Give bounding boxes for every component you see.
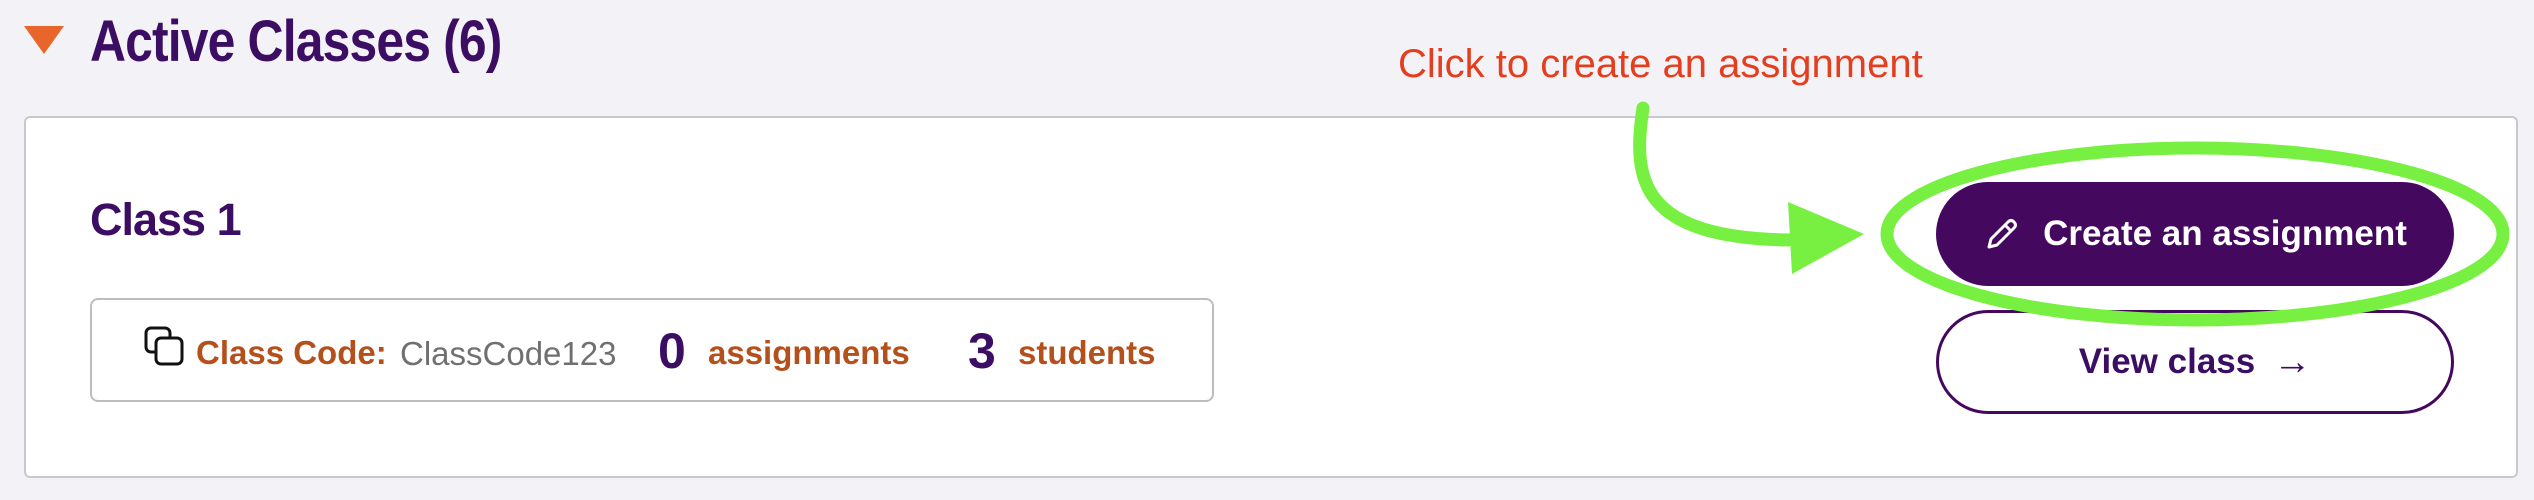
- assignments-label: assignments: [708, 334, 910, 371]
- create-assignment-label: Create an assignment: [2043, 214, 2407, 253]
- class-code-value: ClassCode123: [400, 335, 617, 372]
- section-title: Active Classes (6): [90, 9, 502, 74]
- class-info-box: Class Code: ClassCode123 0 assignments 3…: [90, 298, 1214, 402]
- collapse-caret-icon[interactable]: [24, 26, 64, 54]
- create-assignment-button[interactable]: Create an assignment: [1936, 182, 2454, 286]
- view-class-label: View class: [2078, 342, 2256, 381]
- annotation-text: Click to create an assignment: [1398, 42, 1923, 86]
- copy-icon[interactable]: [144, 326, 186, 368]
- class-name[interactable]: Class 1: [90, 194, 242, 246]
- class-card: [24, 116, 2518, 478]
- view-class-button[interactable]: View class →: [1936, 310, 2454, 414]
- class-code-label: Class Code:: [196, 334, 387, 371]
- pencil-icon: [1983, 215, 2021, 253]
- students-count: 3: [968, 323, 996, 379]
- assignments-count: 0: [658, 323, 686, 379]
- arrow-right-icon: →: [2273, 340, 2312, 383]
- students-label: students: [1018, 334, 1156, 371]
